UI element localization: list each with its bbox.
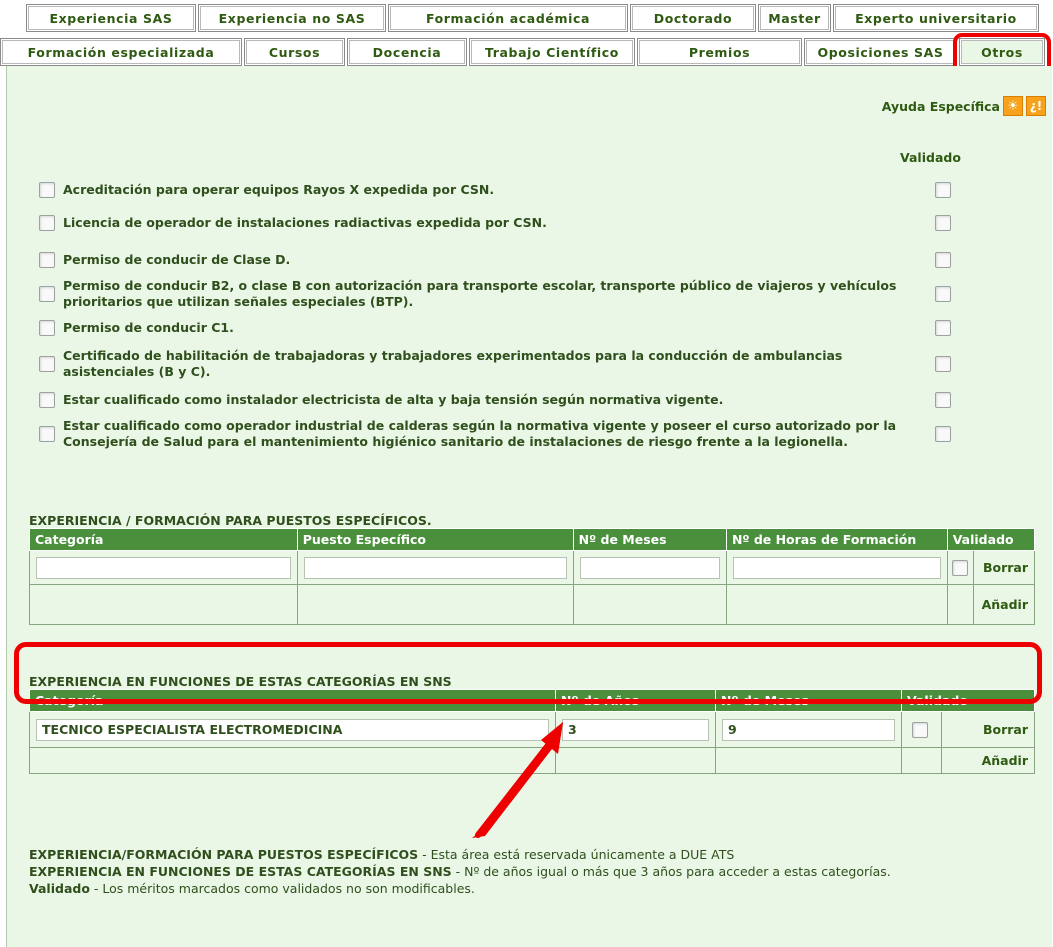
check-row: Permiso de conducir C1. (39, 320, 959, 336)
anios-input[interactable] (562, 718, 709, 741)
col-header: Nº de Meses (572, 528, 727, 551)
tab-trabajo-cientifico[interactable]: Trabajo Científico (469, 38, 635, 66)
section-title-sns: EXPERIENCIA EN FUNCIONES DE ESTAS CATEGO… (29, 674, 452, 689)
col-header: Nº de Horas de Formación (725, 528, 948, 551)
col-header: Puesto Específico (296, 528, 574, 551)
validado-checkbox[interactable] (935, 182, 951, 198)
legend-text: - Nº de años igual o más que 3 años para… (451, 864, 891, 879)
tab-otros[interactable]: Otros (959, 38, 1045, 66)
tabs-row-1: Experiencia SAS Experiencia no SAS Forma… (26, 4, 1041, 32)
categoria-input[interactable] (36, 718, 549, 741)
tab-formacion-especializada[interactable]: Formación especializada (0, 38, 242, 66)
merit-label: Certificado de habilitación de trabajado… (63, 348, 843, 379)
check-row: Certificado de habilitación de trabajado… (39, 348, 959, 380)
help-specific[interactable]: Ayuda Específica ☀ ¿! (882, 96, 1046, 116)
validado-header: Validado (900, 150, 961, 165)
tab-experiencia-no-sas[interactable]: Experiencia no SAS (198, 4, 386, 32)
tab-formacion-academica[interactable]: Formación académica (388, 4, 628, 32)
validado-checkbox[interactable] (912, 721, 928, 738)
legend-term: EXPERIENCIA/FORMACIÓN PARA PUESTOS ESPEC… (29, 847, 419, 862)
check-row: Permiso de conducir B2, o clase B con au… (39, 278, 959, 310)
col-header: Nº de Años (555, 689, 716, 712)
validado-checkbox[interactable] (935, 286, 951, 302)
validado-checkbox[interactable] (935, 320, 951, 336)
table-row: Borrar (29, 550, 1035, 585)
merit-label: Estar cualificado como instalador electr… (63, 392, 724, 407)
check-row: Permiso de conducir de Clase D. (39, 252, 959, 268)
merit-checkbox[interactable] (39, 215, 55, 231)
merit-checkbox[interactable] (39, 252, 55, 268)
question-icon[interactable]: ¿! (1026, 96, 1046, 116)
anadir-link[interactable]: Añadir (941, 747, 1035, 774)
check-row: Estar cualificado como instalador electr… (39, 392, 959, 408)
anadir-link[interactable]: Añadir (973, 584, 1035, 625)
tabs-row-2: Formación especializada Cursos Docencia … (0, 38, 1047, 66)
validado-checkbox[interactable] (935, 252, 951, 268)
puesto-input[interactable] (303, 556, 567, 579)
horas-input[interactable] (732, 556, 941, 579)
legend-term: Validado (29, 881, 90, 896)
merit-checkbox[interactable] (39, 286, 55, 302)
merit-label: Permiso de conducir B2, o clase B con au… (63, 278, 897, 309)
tab-doctorado[interactable]: Doctorado (630, 4, 756, 32)
validado-checkbox[interactable] (935, 215, 951, 231)
bulb-icon[interactable]: ☀ (1003, 96, 1023, 116)
borrar-link[interactable]: Borrar (973, 550, 1035, 585)
col-header: Validado (901, 689, 1035, 712)
table-row: Añadir (29, 584, 1035, 625)
help-label: Ayuda Específica (881, 98, 1000, 114)
meses-input[interactable] (722, 718, 895, 741)
tab-docencia[interactable]: Docencia (347, 38, 467, 66)
merit-label: Estar cualificado como operador industri… (63, 418, 897, 449)
merit-checkbox[interactable] (39, 356, 55, 372)
categoria-input[interactable] (36, 556, 291, 579)
col-header: Categoría (29, 528, 298, 551)
content-panel: Ayuda Específica ☀ ¿! Validado Acreditac… (6, 66, 1052, 947)
tab-cursos[interactable]: Cursos (244, 38, 345, 66)
section-title-puestos: EXPERIENCIA / FORMACIÓN PARA PUESTOS ESP… (29, 513, 432, 528)
merit-label: Acreditación para operar equipos Rayos X… (63, 182, 495, 197)
merit-checkbox[interactable] (39, 182, 55, 198)
table-sns: Categoría Nº de Años Nº de Meses Validad… (29, 689, 1035, 774)
check-row: Acreditación para operar equipos Rayos X… (39, 182, 959, 198)
table-row: Borrar (29, 711, 1035, 748)
col-header: Nº de Meses (715, 689, 902, 712)
validado-checkbox[interactable] (935, 426, 951, 442)
tab-premios[interactable]: Premios (637, 38, 802, 66)
check-row: Estar cualificado como operador industri… (39, 418, 959, 450)
legend-text: - Esta área está reservada únicamente a … (418, 847, 735, 862)
legend-text: - Los méritos marcados como validados no… (89, 881, 475, 896)
merit-checkbox[interactable] (39, 392, 55, 408)
merit-checkbox[interactable] (39, 320, 55, 336)
merit-label: Permiso de conducir C1. (63, 320, 234, 335)
legend: EXPERIENCIA/FORMACIÓN PARA PUESTOS ESPEC… (29, 846, 1009, 897)
tab-experiencia-sas[interactable]: Experiencia SAS (26, 4, 196, 32)
validado-checkbox[interactable] (935, 356, 951, 372)
merit-label: Permiso de conducir de Clase D. (63, 252, 291, 267)
meses-input[interactable] (579, 556, 720, 579)
tab-oposiciones-sas[interactable]: Oposiciones SAS (804, 38, 957, 66)
col-header: Categoría (29, 689, 556, 712)
table-puestos: Categoría Puesto Específico Nº de Meses … (29, 528, 1036, 625)
merit-label: Licencia de operador de instalaciones ra… (63, 215, 547, 230)
borrar-link[interactable]: Borrar (941, 711, 1035, 748)
validado-checkbox[interactable] (935, 392, 951, 408)
table-row: Añadir (29, 747, 1035, 774)
check-row: Licencia de operador de instalaciones ra… (39, 215, 959, 231)
col-header: Validado (946, 528, 1036, 551)
merit-checkbox[interactable] (39, 426, 55, 442)
validado-checkbox[interactable] (951, 559, 968, 576)
legend-term: EXPERIENCIA EN FUNCIONES DE ESTAS CATEGO… (29, 864, 452, 879)
tab-master[interactable]: Master (758, 4, 831, 32)
tab-experto-universitario[interactable]: Experto universitario (833, 4, 1039, 32)
